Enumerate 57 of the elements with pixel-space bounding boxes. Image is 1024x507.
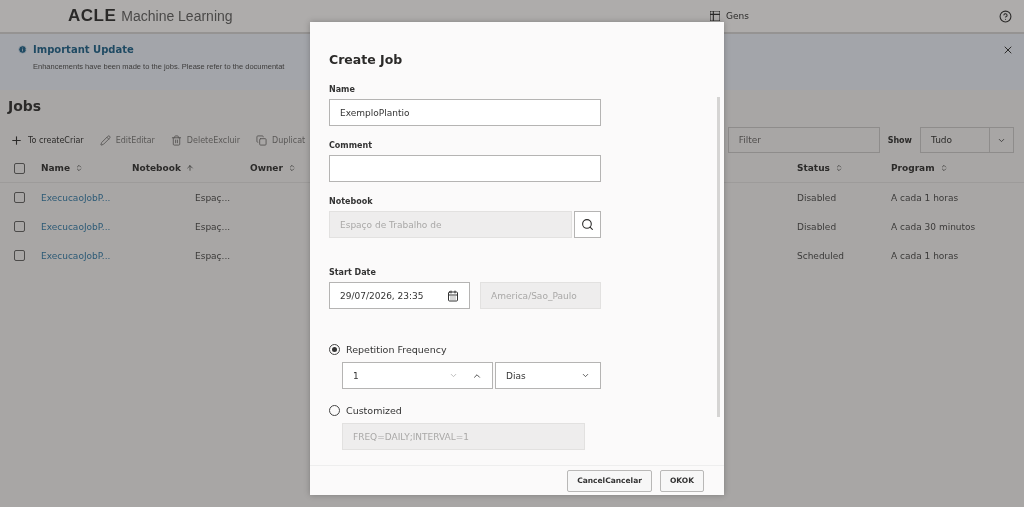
- table-cell-text: Espaç...: [194, 250, 232, 261]
- show-select[interactable]: Tudo: [920, 127, 1014, 153]
- select-all-checkbox[interactable]: [14, 162, 25, 174]
- table-cell-text: Scheduled: [797, 250, 846, 261]
- product-name: Machine Learning: [121, 8, 233, 24]
- radio-label: Customized: [346, 405, 402, 416]
- column-header[interactable]: Notebook: [132, 163, 181, 173]
- job-link[interactable]: ExecucaoJobP...: [41, 250, 132, 261]
- timezone-field: America/Sao_Paulo: [480, 282, 601, 309]
- row-checkbox[interactable]: [14, 250, 25, 261]
- info-icon: [18, 45, 27, 54]
- table-cell-text: A cada 1 horas: [891, 250, 960, 261]
- help-icon[interactable]: [999, 9, 1012, 23]
- field-label: Name: [329, 85, 356, 94]
- dialog-title: Create Job: [329, 52, 404, 67]
- decrement-icon: [449, 371, 458, 380]
- menu-label[interactable]: Gens: [726, 11, 749, 21]
- name-field[interactable]: ExemploPlantio: [329, 99, 601, 126]
- search-icon: [581, 218, 594, 231]
- unit-select[interactable]: Dias: [495, 362, 601, 389]
- banner-title: Important Update: [33, 44, 134, 55]
- column-header[interactable]: Status: [797, 163, 830, 173]
- table-cell-text: Espaç...: [194, 221, 232, 232]
- table-cell-text: A cada 1 horas: [891, 192, 960, 203]
- job-link[interactable]: ExecucaoJobP...: [41, 221, 132, 232]
- filter-field[interactable]: Filter: [727, 127, 880, 153]
- toolbar-button[interactable]: To createCriar: [10, 133, 84, 147]
- pencil-icon: [99, 134, 111, 146]
- row-checkbox[interactable]: [14, 221, 25, 232]
- column-header[interactable]: Program: [891, 163, 935, 173]
- close-icon[interactable]: [1002, 44, 1014, 56]
- field-label: Start Date: [329, 268, 377, 277]
- table-cell-text: Disabled: [797, 221, 838, 232]
- number-spinner[interactable]: 1: [342, 362, 493, 389]
- column-header[interactable]: Name: [41, 163, 71, 173]
- copy-icon: [256, 134, 267, 146]
- comment-field[interactable]: [329, 155, 601, 182]
- job-link[interactable]: ExecucaoJobP...: [41, 192, 132, 203]
- table-cell-text: Disabled: [797, 192, 838, 203]
- plus-icon: [10, 133, 23, 147]
- radio-label: Repetition Frequency: [346, 344, 447, 355]
- grid-icon: [710, 11, 721, 21]
- show-label: Show: [887, 135, 912, 145]
- brand-logo: ACLE: [68, 6, 117, 26]
- row-checkbox[interactable]: [14, 192, 25, 203]
- dropdown-icon: [581, 371, 590, 380]
- table-cell-text: Espaç...: [194, 192, 232, 203]
- scrollbar[interactable]: [717, 97, 720, 417]
- date-field[interactable]: 29/07/2026, 23:35: [329, 282, 470, 309]
- table-cell-text: A cada 30 minutos: [891, 221, 977, 232]
- calendar-icon: [447, 289, 459, 302]
- trash-icon: [170, 134, 182, 146]
- field-label: Notebook: [329, 197, 374, 206]
- column-header[interactable]: Owner: [250, 163, 283, 173]
- field-label: Comment: [329, 141, 373, 150]
- page-title: Jobs: [8, 98, 42, 116]
- search-button[interactable]: [574, 211, 601, 238]
